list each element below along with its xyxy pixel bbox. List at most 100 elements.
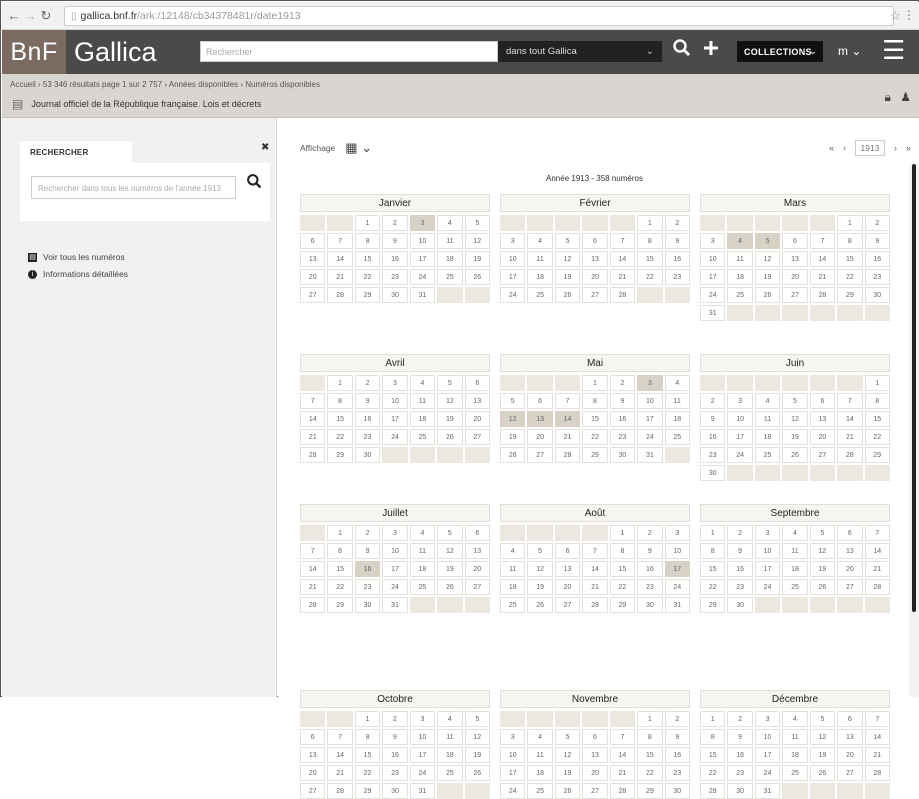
day-cell[interactable]: 25 xyxy=(409,579,436,595)
day-cell[interactable]: 13 xyxy=(464,393,490,409)
collections-button[interactable]: COLLECTIONS ⌄ xyxy=(737,41,823,62)
first-year-icon[interactable]: « xyxy=(829,143,834,153)
day-cell[interactable]: 31 xyxy=(700,305,726,321)
day-cell[interactable]: 9 xyxy=(354,393,381,409)
day-cell[interactable]: 16 xyxy=(354,411,381,427)
day-cell[interactable]: 5 xyxy=(500,393,526,409)
day-cell[interactable]: 12 xyxy=(782,411,808,427)
day-cell[interactable]: 31 xyxy=(382,597,408,613)
search-icon[interactable] xyxy=(672,38,692,64)
day-cell[interactable]: 29 xyxy=(864,447,890,463)
day-cell[interactable]: 28 xyxy=(809,287,836,303)
person-icon[interactable]: ♟ xyxy=(900,90,911,104)
day-cell[interactable]: 3 xyxy=(727,393,753,409)
day-cell[interactable]: 28 xyxy=(609,783,636,799)
day-cell[interactable]: 2 xyxy=(637,525,663,541)
day-cell[interactable]: 10 xyxy=(409,233,436,249)
day-cell[interactable]: 26 xyxy=(500,447,526,463)
breadcrumb-trail[interactable]: Accueil › 53 346 résultats page 1 sur 2 … xyxy=(10,80,320,89)
day-cell[interactable]: 18 xyxy=(782,561,808,577)
plus-icon[interactable] xyxy=(701,38,721,64)
back-arrow-icon[interactable]: ← xyxy=(6,8,22,23)
day-cell[interactable]: 8 xyxy=(700,543,726,559)
day-cell[interactable]: 19 xyxy=(809,561,836,577)
day-cell[interactable]: 20 xyxy=(554,579,581,595)
day-cell[interactable]: 23 xyxy=(727,765,753,781)
day-cell[interactable]: 30 xyxy=(382,287,408,303)
day-cell[interactable]: 21 xyxy=(609,765,636,781)
day-cell[interactable]: 4 xyxy=(727,233,753,249)
day-cell[interactable]: 15 xyxy=(582,411,608,427)
day-cell[interactable]: 27 xyxy=(837,765,863,781)
day-cell[interactable]: 24 xyxy=(754,579,781,595)
day-cell[interactable]: 16 xyxy=(609,411,636,427)
day-cell[interactable]: 14 xyxy=(837,411,863,427)
day-cell[interactable]: 22 xyxy=(700,765,726,781)
day-cell[interactable]: 13 xyxy=(300,747,326,763)
day-cell[interactable]: 13 xyxy=(582,747,608,763)
sidebar-link-all-issues[interactable]: ▤ Voir tous les numéros xyxy=(28,252,125,262)
day-cell[interactable]: 7 xyxy=(864,711,890,727)
day-cell[interactable]: 23 xyxy=(382,765,408,781)
address-bar[interactable]: ▯ gallica.bnf.fr /ark:/12148/cb34378481r… xyxy=(64,6,894,26)
day-cell[interactable]: 22 xyxy=(582,429,608,445)
day-cell[interactable]: 2 xyxy=(700,393,726,409)
day-cell[interactable]: 7 xyxy=(300,543,326,559)
day-cell[interactable]: 24 xyxy=(382,579,408,595)
sidebar-search-input[interactable]: Rechercher dans tous les numéros de l'an… xyxy=(31,176,236,199)
day-cell[interactable]: 16 xyxy=(354,561,381,577)
day-cell[interactable]: 27 xyxy=(300,287,326,303)
day-cell[interactable]: 20 xyxy=(809,429,836,445)
day-cell[interactable]: 7 xyxy=(837,393,863,409)
day-cell[interactable]: 28 xyxy=(327,783,353,799)
day-cell[interactable]: 8 xyxy=(609,543,636,559)
day-cell[interactable]: 17 xyxy=(664,561,690,577)
lock-icon[interactable]: 🔒︎ xyxy=(885,90,891,104)
day-cell[interactable]: 19 xyxy=(554,765,581,781)
day-cell[interactable]: 20 xyxy=(582,269,608,285)
day-cell[interactable]: 11 xyxy=(437,729,463,745)
scrollbar-thumb[interactable] xyxy=(912,164,916,612)
day-cell[interactable]: 25 xyxy=(409,429,436,445)
day-cell[interactable]: 11 xyxy=(409,543,436,559)
search-scope-select[interactable]: dans tout Gallica ⌄ xyxy=(498,41,662,62)
day-cell[interactable]: 10 xyxy=(500,251,526,267)
day-cell[interactable]: 5 xyxy=(554,729,581,745)
day-cell[interactable]: 4 xyxy=(527,729,553,745)
day-cell[interactable]: 29 xyxy=(700,597,726,613)
day-cell[interactable]: 21 xyxy=(300,429,326,445)
day-cell[interactable]: 27 xyxy=(464,429,490,445)
day-cell[interactable]: 22 xyxy=(637,269,663,285)
day-cell[interactable]: 9 xyxy=(637,543,663,559)
day-cell[interactable]: 7 xyxy=(609,729,636,745)
day-cell[interactable]: 20 xyxy=(527,429,553,445)
day-cell[interactable]: 24 xyxy=(409,269,436,285)
user-menu[interactable]: m ⌄ xyxy=(838,44,861,58)
day-cell[interactable]: 3 xyxy=(500,729,526,745)
day-cell[interactable]: 18 xyxy=(754,429,781,445)
day-cell[interactable]: 12 xyxy=(527,561,553,577)
day-cell[interactable]: 25 xyxy=(664,429,690,445)
day-cell[interactable]: 8 xyxy=(327,543,353,559)
day-cell[interactable]: 12 xyxy=(554,747,581,763)
day-cell[interactable]: 31 xyxy=(637,447,663,463)
day-cell[interactable]: 15 xyxy=(354,747,381,763)
day-cell[interactable]: 21 xyxy=(582,579,608,595)
day-cell[interactable]: 1 xyxy=(354,215,381,231)
day-cell[interactable]: 18 xyxy=(409,411,436,427)
day-cell[interactable]: 17 xyxy=(754,747,781,763)
day-cell[interactable]: 16 xyxy=(700,429,726,445)
day-cell[interactable]: 18 xyxy=(727,269,753,285)
day-cell[interactable]: 9 xyxy=(354,543,381,559)
day-cell[interactable]: 27 xyxy=(527,447,553,463)
day-cell[interactable]: 16 xyxy=(664,747,690,763)
day-cell[interactable]: 19 xyxy=(554,269,581,285)
day-cell[interactable]: 15 xyxy=(700,561,726,577)
day-cell[interactable]: 23 xyxy=(700,447,726,463)
day-cell[interactable]: 9 xyxy=(727,729,753,745)
day-cell[interactable]: 27 xyxy=(809,447,836,463)
day-cell[interactable]: 21 xyxy=(300,579,326,595)
day-cell[interactable]: 19 xyxy=(500,429,526,445)
day-cell[interactable]: 14 xyxy=(864,729,890,745)
day-cell[interactable]: 22 xyxy=(354,765,381,781)
